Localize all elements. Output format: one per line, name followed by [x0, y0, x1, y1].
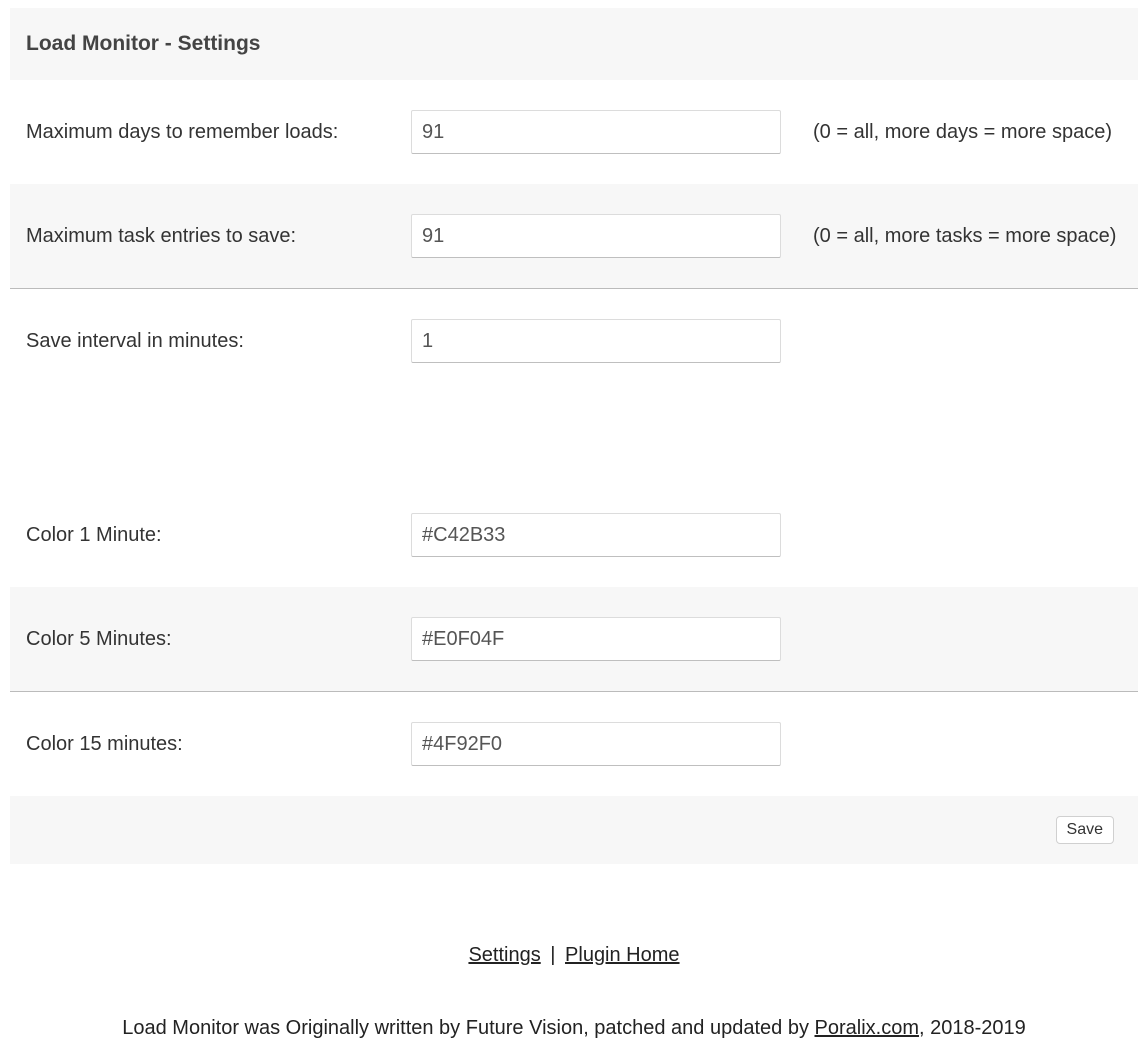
row-color-1: Color 1 Minute:	[10, 483, 1138, 587]
input-save-interval[interactable]	[411, 319, 781, 363]
row-max-days: Maximum days to remember loads: (0 = all…	[10, 80, 1138, 184]
credits: Load Monitor was Originally written by F…	[10, 1017, 1138, 1040]
page-title: Load Monitor - Settings	[10, 8, 1138, 80]
row-color-15: Color 15 minutes:	[10, 692, 1138, 797]
hint-max-days: (0 = all, more days = more space)	[797, 80, 1138, 184]
settings-link[interactable]: Settings	[468, 944, 540, 966]
footer-links: Settings | Plugin Home	[10, 944, 1138, 967]
label-color-15: Color 15 minutes:	[10, 692, 395, 797]
row-color-5: Color 5 Minutes:	[10, 587, 1138, 692]
credits-prefix: Load Monitor was Originally written by F…	[122, 1017, 814, 1039]
save-button[interactable]: Save	[1056, 816, 1114, 844]
spacer	[10, 393, 1138, 483]
input-color-5[interactable]	[411, 617, 781, 661]
hint-max-tasks: (0 = all, more tasks = more space)	[797, 184, 1138, 289]
label-color-5: Color 5 Minutes:	[10, 587, 395, 692]
input-color-15[interactable]	[411, 722, 781, 766]
plugin-home-link[interactable]: Plugin Home	[565, 944, 680, 966]
label-max-days: Maximum days to remember loads:	[10, 80, 395, 184]
input-max-tasks[interactable]	[411, 214, 781, 258]
credits-suffix: , 2018-2019	[919, 1017, 1026, 1039]
footer-separator: |	[545, 944, 561, 966]
input-color-1[interactable]	[411, 513, 781, 557]
save-row: Save	[10, 796, 1138, 864]
row-max-tasks: Maximum task entries to save: (0 = all, …	[10, 184, 1138, 289]
label-save-interval: Save interval in minutes:	[10, 289, 395, 394]
input-max-days[interactable]	[411, 110, 781, 154]
settings-table: Maximum days to remember loads: (0 = all…	[10, 80, 1138, 796]
row-save-interval: Save interval in minutes:	[10, 289, 1138, 394]
label-color-1: Color 1 Minute:	[10, 483, 395, 587]
credits-link[interactable]: Poralix.com	[815, 1017, 919, 1039]
label-max-tasks: Maximum task entries to save:	[10, 184, 395, 289]
